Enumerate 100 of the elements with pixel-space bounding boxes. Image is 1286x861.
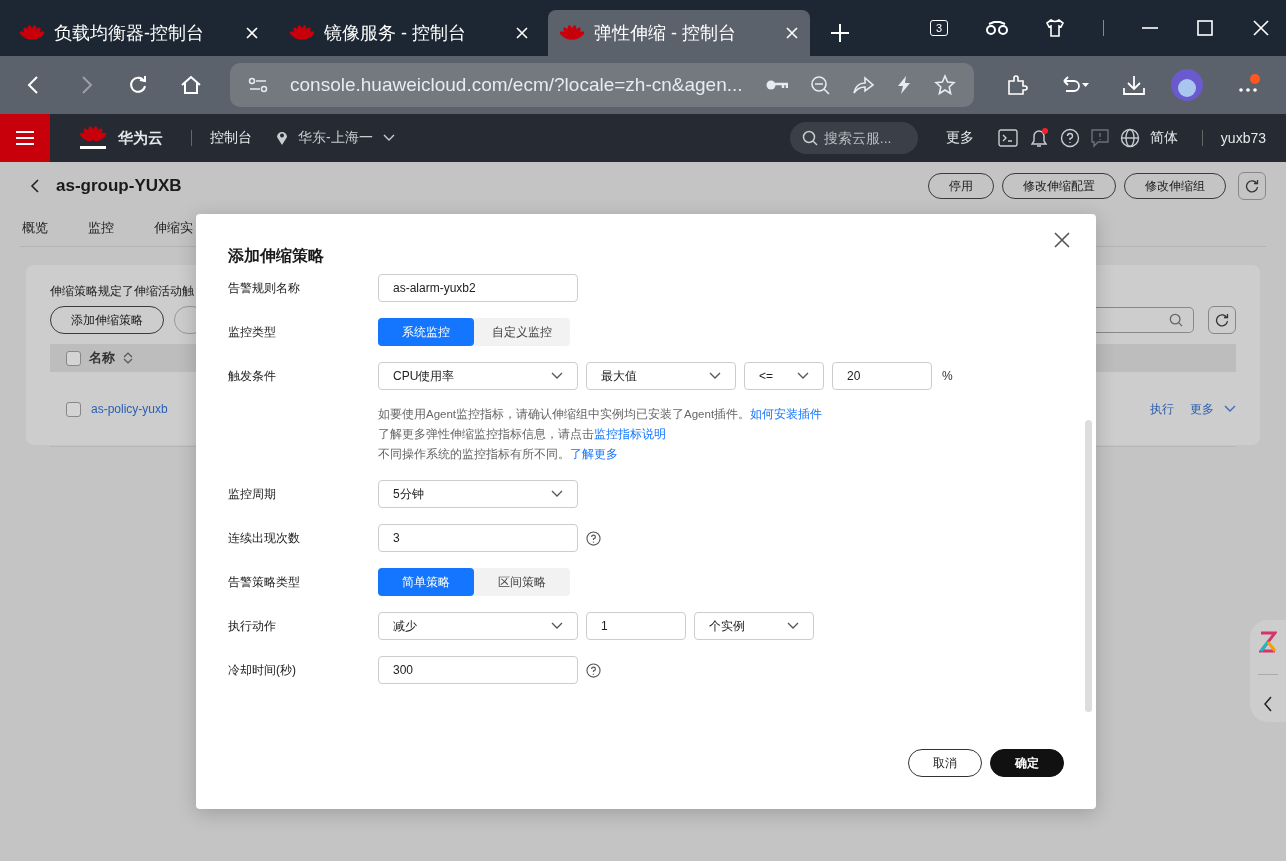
chevron-down-icon bbox=[551, 622, 563, 630]
page-tab[interactable]: 伸缩实 bbox=[154, 219, 193, 237]
share-icon[interactable] bbox=[852, 76, 874, 94]
column-header[interactable]: 名称 bbox=[89, 349, 115, 367]
help-icon[interactable] bbox=[586, 662, 601, 678]
input-field[interactable]: 3 bbox=[378, 524, 578, 552]
input-field[interactable]: 20 bbox=[832, 362, 932, 390]
flower-logo-icon bbox=[290, 24, 314, 42]
segment-option[interactable]: 区间策略 bbox=[474, 568, 570, 596]
help-link[interactable]: 如何安装插件 bbox=[750, 408, 823, 420]
menu-button[interactable] bbox=[0, 114, 50, 162]
zoom-out-icon[interactable] bbox=[810, 75, 830, 95]
help-link[interactable]: 监控指标说明 bbox=[594, 428, 666, 440]
input-field[interactable]: 1 bbox=[586, 612, 686, 640]
action-link[interactable]: 更多 bbox=[1190, 400, 1214, 418]
shirt-icon[interactable] bbox=[1045, 18, 1066, 38]
segment-option[interactable]: 系统监控 bbox=[378, 318, 474, 346]
help-link[interactable]: 了解更多 bbox=[570, 448, 618, 460]
field-label: 监控类型 bbox=[228, 324, 277, 341]
address-bar[interactable]: console.huaweicloud.com/ecm/?locale=zh-cn&agen... bbox=[230, 63, 974, 107]
brand-name[interactable]: 华为云 bbox=[118, 128, 163, 148]
help-icon[interactable] bbox=[586, 530, 601, 546]
close-tab-icon[interactable] bbox=[786, 27, 798, 39]
ribbon-logo-icon[interactable] bbox=[1259, 630, 1277, 653]
location-pin-icon bbox=[276, 130, 288, 146]
refresh-button[interactable] bbox=[1208, 306, 1236, 334]
dialog-title: 添加伸缩策略 bbox=[228, 246, 324, 266]
dropdown[interactable]: 个实例 bbox=[694, 612, 814, 640]
page-tab[interactable]: 监控 bbox=[88, 219, 114, 237]
close-tab-icon[interactable] bbox=[516, 27, 528, 39]
chevron-down-icon bbox=[787, 622, 799, 630]
chevron-down-icon bbox=[551, 372, 563, 380]
policy-link[interactable]: as-policy-yuxb bbox=[91, 402, 168, 416]
extensions-icon[interactable] bbox=[1006, 74, 1028, 96]
search-icon bbox=[801, 130, 818, 146]
globe-icon bbox=[1119, 128, 1140, 148]
glasses-icon[interactable] bbox=[985, 21, 1008, 35]
confirm-button[interactable]: 确定 bbox=[990, 749, 1064, 777]
back-icon[interactable] bbox=[30, 179, 40, 193]
region-selector[interactable]: 华东-上海一 bbox=[298, 129, 373, 147]
input-field[interactable]: as-alarm-yuxb2 bbox=[378, 274, 578, 302]
sort-icon[interactable] bbox=[123, 351, 133, 365]
browser-tab[interactable]: 负载均衡器-控制台 bbox=[8, 10, 270, 56]
console-link[interactable]: 控制台 bbox=[210, 129, 252, 147]
help-text: 如要使用Agent监控指标，请确认伸缩组中实例均已安装了Agent插件。 bbox=[378, 408, 751, 420]
refresh-icon bbox=[1245, 179, 1259, 193]
key-icon[interactable] bbox=[766, 78, 788, 92]
action-link[interactable]: 执行 bbox=[1150, 400, 1174, 418]
refresh-icon bbox=[1215, 313, 1229, 327]
reload-icon[interactable] bbox=[128, 75, 148, 95]
terminal-icon[interactable] bbox=[997, 129, 1018, 147]
dropdown[interactable]: 5分钟 bbox=[378, 480, 578, 508]
search-icon bbox=[1169, 313, 1183, 327]
language-selector[interactable]: 简体 bbox=[1149, 129, 1178, 147]
chevron-down-icon bbox=[1224, 405, 1236, 413]
scrollbar[interactable] bbox=[1085, 420, 1092, 712]
flower-logo-icon[interactable] bbox=[78, 124, 108, 152]
feedback-icon[interactable] bbox=[1089, 128, 1110, 148]
close-tab-icon[interactable] bbox=[246, 27, 258, 39]
close-icon[interactable] bbox=[1054, 232, 1070, 248]
segment-option[interactable]: 简单策略 bbox=[378, 568, 474, 596]
refresh-button[interactable] bbox=[1238, 172, 1266, 200]
avatar-icon[interactable] bbox=[1170, 68, 1204, 102]
segment-option[interactable]: 自定义监控 bbox=[474, 318, 570, 346]
flower-logo-icon bbox=[20, 24, 44, 42]
field-label: 冷却时间(秒) bbox=[228, 662, 297, 679]
maximize-icon[interactable] bbox=[1196, 19, 1215, 37]
description-text: 伸缩策略规定了伸缩活动触 bbox=[50, 283, 194, 300]
browser-tab[interactable]: 弹性伸缩 - 控制台 bbox=[548, 10, 810, 56]
new-tab-icon[interactable] bbox=[830, 23, 850, 43]
field-label: 告警策略类型 bbox=[228, 574, 301, 591]
field-label: 执行动作 bbox=[228, 618, 277, 635]
input-field[interactable]: 300 bbox=[378, 656, 578, 684]
star-icon[interactable] bbox=[934, 74, 956, 96]
chevron-down-icon bbox=[709, 372, 721, 380]
dropdown[interactable]: <= bbox=[744, 362, 824, 390]
flower-logo-icon bbox=[560, 24, 584, 42]
dropdown[interactable]: CPU使用率 bbox=[378, 362, 578, 390]
site-settings-icon[interactable] bbox=[248, 77, 268, 93]
help-text: 了解更多弹性伸缩监控指标信息，请点击 bbox=[378, 428, 594, 440]
cancel-button[interactable]: 取消 bbox=[908, 749, 982, 777]
checkbox[interactable] bbox=[66, 350, 81, 366]
page-title: as-group-YUXB bbox=[56, 176, 182, 196]
dropdown[interactable]: 减少 bbox=[378, 612, 578, 640]
field-label: 监控周期 bbox=[228, 486, 277, 503]
menu-icon bbox=[16, 131, 34, 145]
download-icon[interactable] bbox=[1122, 74, 1146, 96]
lightning-icon[interactable] bbox=[896, 75, 912, 95]
return-arrow-icon[interactable] bbox=[1060, 75, 1090, 95]
close-icon[interactable] bbox=[1251, 19, 1270, 37]
dropdown[interactable]: 最大值 bbox=[586, 362, 736, 390]
collapse-icon[interactable] bbox=[1263, 695, 1273, 712]
tab-count[interactable]: 3 bbox=[930, 20, 949, 36]
checkbox[interactable] bbox=[66, 401, 81, 417]
user-menu[interactable]: yuxb73 bbox=[1220, 130, 1266, 146]
more-link[interactable]: 更多 bbox=[945, 129, 974, 147]
home-icon[interactable] bbox=[180, 75, 202, 95]
browser-tab[interactable]: 镜像服务 - 控制台 bbox=[278, 10, 540, 56]
page-tab[interactable]: 概览 bbox=[22, 219, 48, 237]
search-field[interactable]: 搜索云服... bbox=[789, 122, 918, 154]
